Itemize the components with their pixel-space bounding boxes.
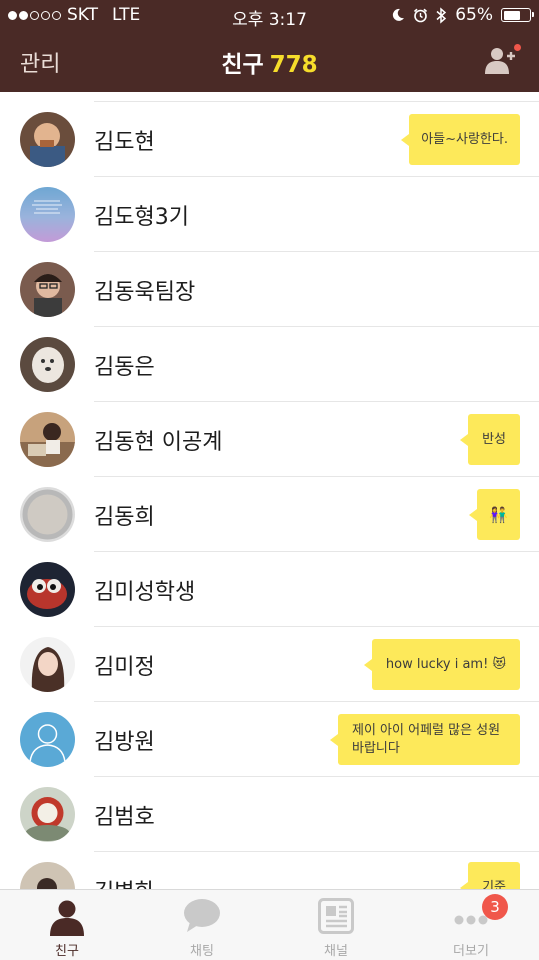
header-bar: 관리 친구 778 bbox=[0, 30, 539, 92]
status-message-bubble: 기준 bbox=[460, 862, 520, 889]
status-bar: SKT LTE 오후 3:17 65% bbox=[0, 0, 539, 30]
friend-list[interactable]: 김도현 아들~사랑한다. 김도형3기 김동욱팀장 김동은 김동현 이공계 반성 bbox=[0, 92, 539, 889]
status-message-bubble: 반성 bbox=[460, 414, 520, 465]
avatar bbox=[20, 262, 75, 317]
friend-name: 김미성학생 bbox=[94, 580, 196, 605]
tab-friends[interactable]: 친구 bbox=[0, 890, 134, 960]
friend-name: 김동은 bbox=[94, 355, 155, 380]
tab-label: 더보기 bbox=[453, 944, 489, 959]
friend-name: 김도형3기 bbox=[94, 205, 189, 230]
tab-more[interactable]: 3 더보기 bbox=[404, 890, 538, 960]
list-item[interactable]: 김범호 bbox=[0, 777, 539, 852]
channel-icon bbox=[318, 898, 354, 934]
notification-badge: 3 bbox=[482, 894, 508, 920]
tab-label: 채팅 bbox=[190, 944, 214, 959]
friend-name: 김도현 bbox=[94, 130, 155, 155]
friends-icon bbox=[50, 900, 84, 936]
tab-channel[interactable]: 채널 bbox=[269, 890, 403, 960]
list-item[interactable]: 김동욱팀장 bbox=[0, 252, 539, 327]
status-message-bubble: how lucky i am! 😻 bbox=[363, 639, 520, 690]
battery-fill bbox=[503, 10, 520, 20]
page-title: 친구 778 bbox=[0, 45, 539, 79]
tab-bar: 친구 채팅 채널 3 더보기 bbox=[0, 889, 539, 960]
title-label: 친구 bbox=[221, 52, 264, 78]
avatar bbox=[20, 712, 75, 767]
moon-icon bbox=[393, 8, 405, 21]
avatar bbox=[20, 187, 75, 242]
chat-icon bbox=[184, 899, 220, 932]
list-item[interactable]: 김미정 how lucky i am! 😻 bbox=[0, 627, 539, 702]
add-friend-icon bbox=[485, 48, 515, 74]
list-item[interactable]: 김동은 bbox=[0, 327, 539, 402]
avatar bbox=[20, 337, 75, 392]
battery-percent: 65% bbox=[455, 5, 493, 25]
status-message-bubble: 아들~사랑한다. bbox=[401, 114, 520, 165]
friend-name: 김동욱팀장 bbox=[94, 280, 196, 305]
list-item[interactable]: 김동희 👫 bbox=[0, 477, 539, 552]
list-item[interactable]: 김병화 기준 bbox=[0, 852, 539, 889]
battery-icon bbox=[501, 8, 534, 22]
avatar bbox=[20, 787, 75, 842]
list-item[interactable]: 김도현 아들~사랑한다. bbox=[0, 102, 539, 177]
avatar bbox=[20, 562, 75, 617]
friend-count: 778 bbox=[269, 52, 318, 78]
status-right: 65% bbox=[391, 5, 534, 25]
bluetooth-icon bbox=[436, 6, 447, 24]
list-item[interactable]: 김방원 제이 아이 어페럴 많은 성원 바랍니다 bbox=[0, 702, 539, 777]
tab-label: 친구 bbox=[55, 944, 79, 959]
list-item[interactable]: 김미성학생 bbox=[0, 552, 539, 627]
list-item[interactable]: 김도형3기 bbox=[0, 177, 539, 252]
friend-name: 김방원 bbox=[94, 730, 155, 755]
friend-name: 김동현 이공계 bbox=[94, 430, 223, 455]
list-item[interactable] bbox=[0, 92, 539, 102]
tab-chat[interactable]: 채팅 bbox=[135, 890, 269, 960]
friend-name: 김범호 bbox=[94, 805, 155, 830]
avatar bbox=[20, 637, 75, 692]
friend-name: 김병화 bbox=[94, 874, 155, 889]
friend-name: 김미정 bbox=[94, 655, 155, 680]
alarm-icon bbox=[414, 8, 428, 22]
new-indicator-dot bbox=[514, 44, 521, 51]
status-message-bubble: 👫 bbox=[469, 489, 520, 540]
avatar bbox=[20, 487, 75, 542]
avatar bbox=[20, 112, 75, 167]
avatar bbox=[20, 862, 75, 889]
tab-label: 채널 bbox=[324, 944, 348, 959]
status-message-bubble: 제이 아이 어페럴 많은 성원 바랍니다 bbox=[330, 714, 520, 765]
add-friend-button[interactable] bbox=[485, 44, 521, 74]
avatar bbox=[20, 412, 75, 467]
friend-name: 김동희 bbox=[94, 505, 155, 530]
list-item[interactable]: 김동현 이공계 반성 bbox=[0, 402, 539, 477]
